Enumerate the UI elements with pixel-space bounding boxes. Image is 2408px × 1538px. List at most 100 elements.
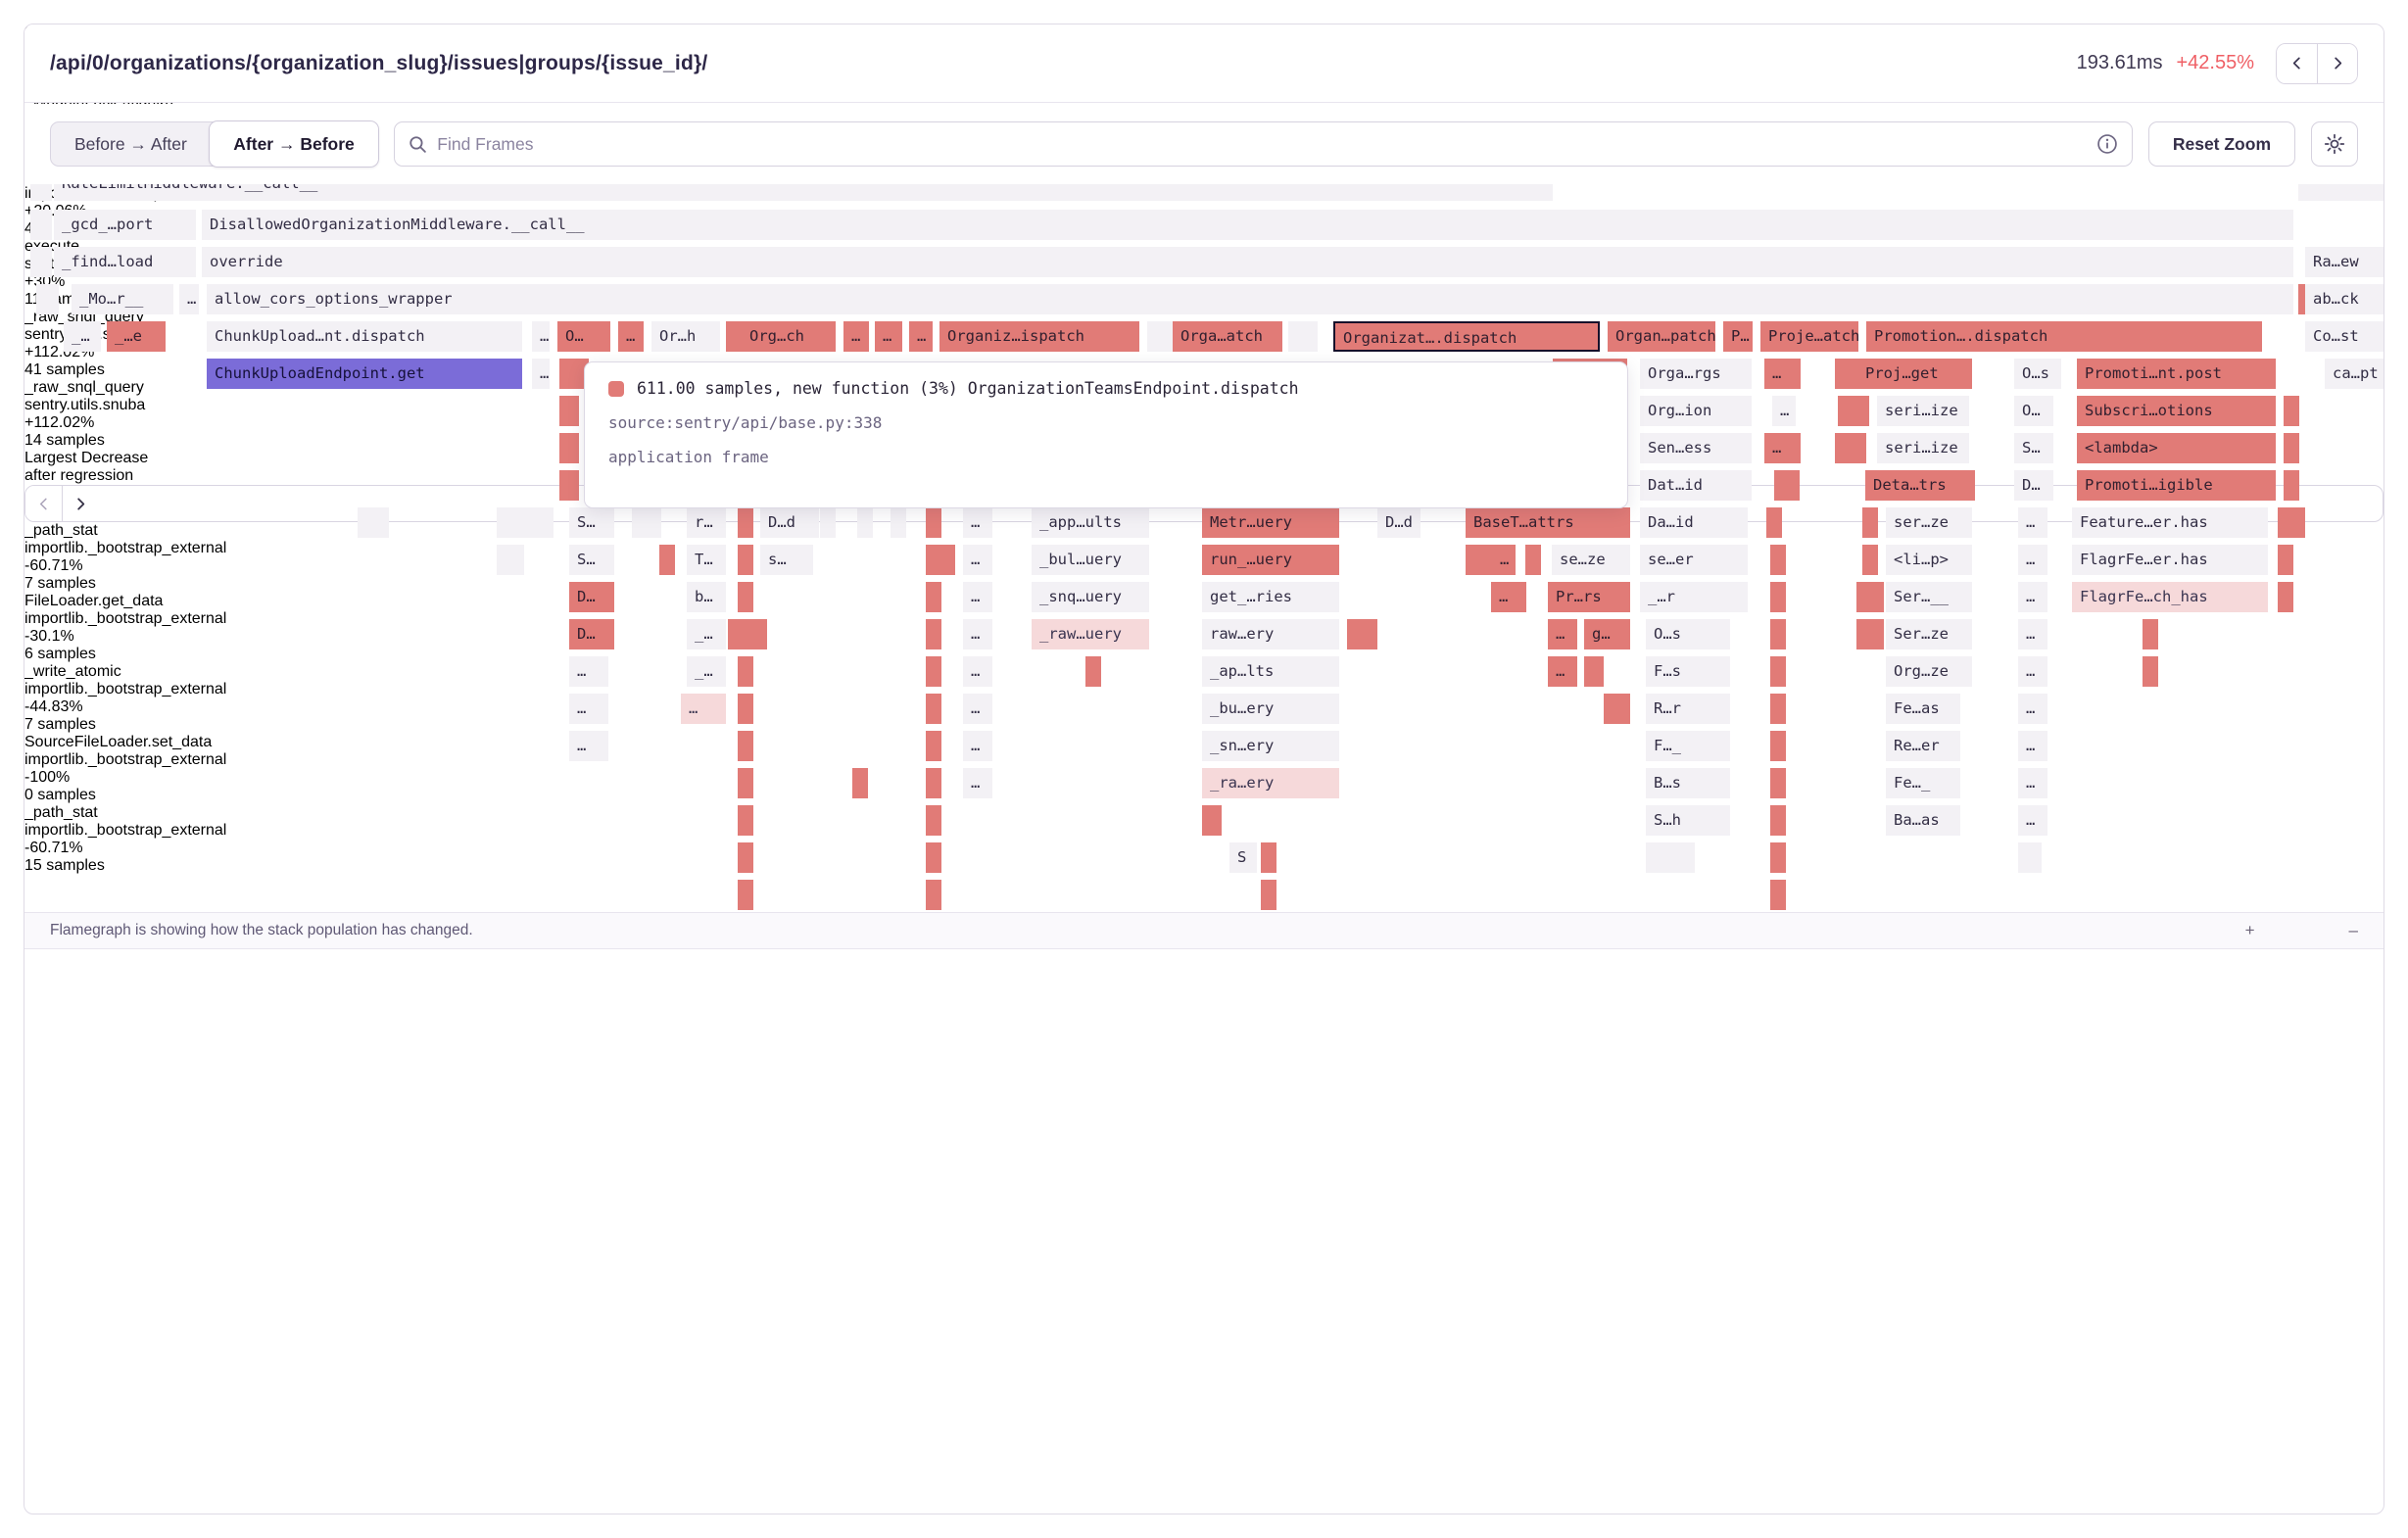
- flame-frame[interactable]: F…s: [1646, 656, 1730, 687]
- flame-frame[interactable]: [1604, 694, 1630, 724]
- flame-frame[interactable]: <li…p>: [1886, 545, 1972, 575]
- flame-frame[interactable]: _bul…uery: [1032, 545, 1149, 575]
- flame-frame[interactable]: allow_cors_options_wrapper: [207, 284, 2293, 314]
- flame-frame[interactable]: Sen…ess: [1640, 433, 1752, 463]
- flame-frame[interactable]: [738, 731, 753, 761]
- flame-frame[interactable]: [726, 321, 742, 352]
- flame-frame[interactable]: FlagrFe…ch_has: [2072, 582, 2268, 612]
- flame-frame[interactable]: DisallowedOrganizationMiddleware.__call_…: [202, 210, 2293, 240]
- flame-frame[interactable]: Ser…__: [1886, 582, 1972, 612]
- flame-frame[interactable]: [2289, 507, 2305, 538]
- flame-frame[interactable]: …: [2018, 768, 2047, 798]
- flame-frame[interactable]: [508, 545, 524, 575]
- flame-frame[interactable]: …: [1764, 433, 1801, 463]
- flame-frame[interactable]: …: [2018, 731, 2047, 761]
- flame-frame[interactable]: [926, 619, 941, 649]
- flame-frame[interactable]: …: [1548, 656, 1577, 687]
- flame-frame[interactable]: ChunkUploadEndpoint.get: [207, 359, 522, 389]
- flame-frame[interactable]: …: [569, 656, 608, 687]
- flame-frame[interactable]: Organizat….dispatch: [1333, 321, 1600, 352]
- flame-frame[interactable]: …: [2018, 507, 2047, 538]
- flame-frame[interactable]: [1362, 619, 1377, 649]
- flame-frame[interactable]: [738, 545, 753, 575]
- flame-frame[interactable]: [559, 396, 579, 426]
- flame-frame[interactable]: FlagrFe…er.has: [2072, 545, 2268, 575]
- flame-frame[interactable]: [939, 545, 955, 575]
- flame-frame[interactable]: _ap…lts: [1202, 656, 1339, 687]
- flame-frame[interactable]: _ra…ery: [1202, 768, 1339, 798]
- flame-frame[interactable]: Proje…atch: [1760, 321, 1858, 352]
- flame-frame[interactable]: P…: [1723, 321, 1753, 352]
- flame-frame[interactable]: [1770, 880, 1786, 910]
- flame-frame[interactable]: [2278, 582, 2293, 612]
- flame-frame[interactable]: D…: [569, 619, 614, 649]
- flame-frame[interactable]: _snq…uery: [1032, 582, 1149, 612]
- flame-frame[interactable]: b…: [687, 582, 726, 612]
- flame-frame[interactable]: [1770, 842, 1786, 873]
- flame-frame[interactable]: [508, 507, 524, 538]
- flame-frame[interactable]: …: [963, 582, 992, 612]
- flame-frame[interactable]: [738, 768, 753, 798]
- flame-frame[interactable]: Orga…atch: [1173, 321, 1282, 352]
- flame-frame[interactable]: _Mo…r__: [72, 284, 173, 314]
- flame-frame[interactable]: …: [2018, 656, 2047, 687]
- flame-frame[interactable]: [926, 656, 941, 687]
- flame-frame[interactable]: _find…load: [54, 247, 196, 277]
- flame-frame[interactable]: [1347, 619, 1363, 649]
- transaction-title[interactable]: /api/0/organizations/{organization_slug}…: [50, 52, 2077, 75]
- flame-frame[interactable]: [926, 842, 941, 873]
- flame-frame[interactable]: Fe…as: [1886, 694, 1960, 724]
- flame-frame[interactable]: [1770, 805, 1786, 836]
- flame-frame[interactable]: [373, 507, 389, 538]
- flame-frame[interactable]: Promoti…nt.post: [2077, 359, 2276, 389]
- flame-frame[interactable]: …: [2018, 545, 2047, 575]
- flame-frame[interactable]: O…s: [2014, 359, 2061, 389]
- flame-frame[interactable]: _…r: [1640, 582, 1748, 612]
- flame-frame[interactable]: [1466, 545, 1481, 575]
- flame-frame[interactable]: [926, 731, 941, 761]
- flame-frame[interactable]: [738, 805, 753, 836]
- flame-frame[interactable]: [852, 768, 868, 798]
- flame-frame[interactable]: [738, 507, 753, 538]
- flame-frame[interactable]: [2143, 656, 2158, 687]
- flame-frame[interactable]: [1302, 321, 1318, 352]
- flame-frame[interactable]: Ser…ze: [1886, 619, 1972, 649]
- flame-frame[interactable]: [2284, 433, 2299, 463]
- flame-frame[interactable]: ChunkUpload…nt.dispatch: [207, 321, 522, 352]
- flame-frame[interactable]: [926, 582, 941, 612]
- flame-frame[interactable]: [2278, 545, 2293, 575]
- flame-frame[interactable]: _…e: [107, 321, 166, 352]
- flame-frame[interactable]: …: [963, 694, 992, 724]
- flame-frame[interactable]: Ra…ew: [2305, 247, 2384, 277]
- flame-frame[interactable]: …: [1491, 582, 1526, 612]
- segment-after-before[interactable]: After → Before: [209, 120, 379, 168]
- flame-frame[interactable]: S…h: [1646, 805, 1730, 836]
- flame-frame[interactable]: [2284, 470, 2299, 501]
- flame-frame[interactable]: [891, 507, 906, 538]
- flame-frame[interactable]: _sn…ery: [1202, 731, 1339, 761]
- flame-frame[interactable]: Da…id: [1640, 507, 1748, 538]
- flame-frame[interactable]: _gcd_…port: [54, 210, 196, 240]
- flame-frame[interactable]: …: [618, 321, 644, 352]
- flame-frame[interactable]: O…: [557, 321, 610, 352]
- flame-frame[interactable]: …: [963, 507, 992, 538]
- flame-frame[interactable]: [1766, 507, 1782, 538]
- flame-frame[interactable]: [1261, 880, 1276, 910]
- flame-frame[interactable]: Re…er: [1886, 731, 1960, 761]
- flame-frame[interactable]: [559, 470, 579, 501]
- flame-frame[interactable]: _bu…ery: [1202, 694, 1339, 724]
- flame-frame[interactable]: se…ze: [1552, 545, 1630, 575]
- flame-frame[interactable]: Dat…id: [1640, 470, 1752, 501]
- flame-frame[interactable]: _…: [64, 321, 101, 352]
- flame-frame[interactable]: Promoti…igible: [2077, 470, 2276, 501]
- flame-frame[interactable]: r…: [687, 507, 726, 538]
- flame-frame[interactable]: [1202, 805, 1222, 836]
- flame-frame[interactable]: …: [681, 694, 726, 724]
- flame-frame[interactable]: [1774, 470, 1800, 501]
- flame-frame[interactable]: [738, 694, 753, 724]
- flame-frame[interactable]: [2018, 842, 2042, 873]
- flame-frame[interactable]: [1862, 545, 1878, 575]
- flame-frame[interactable]: RateLimitMiddleware.__call__: [54, 181, 1553, 201]
- flame-frame[interactable]: …: [1764, 359, 1801, 389]
- flame-frame[interactable]: [1584, 656, 1604, 687]
